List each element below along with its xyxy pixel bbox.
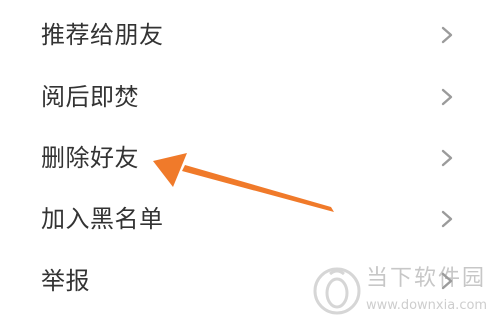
watermark: 当下软件园 www.downxia.com [312, 262, 487, 322]
menu-item-delete-friend[interactable]: 删除好友 [0, 128, 498, 188]
menu-item-label: 推荐给朋友 [41, 21, 164, 49]
chevron-right-icon [441, 26, 453, 44]
menu-item-label: 阅后即焚 [41, 83, 139, 111]
menu-item-label: 删除好友 [41, 144, 139, 172]
chevron-right-icon [441, 210, 453, 228]
menu-item-burn-after-reading[interactable]: 阅后即焚 [0, 67, 498, 127]
watermark-name: 当下软件园 [366, 266, 487, 291]
watermark-url: www.downxia.com [366, 298, 488, 313]
chevron-right-icon [441, 149, 453, 167]
menu-item-label: 举报 [41, 267, 90, 295]
chevron-right-icon [441, 88, 453, 106]
downxia-logo-icon [313, 267, 361, 315]
menu-item-recommend-to-friend[interactable]: 推荐给朋友 [0, 5, 498, 65]
menu-item-add-to-blacklist[interactable]: 加入黑名单 [0, 189, 498, 249]
menu-item-label: 加入黑名单 [41, 205, 164, 233]
